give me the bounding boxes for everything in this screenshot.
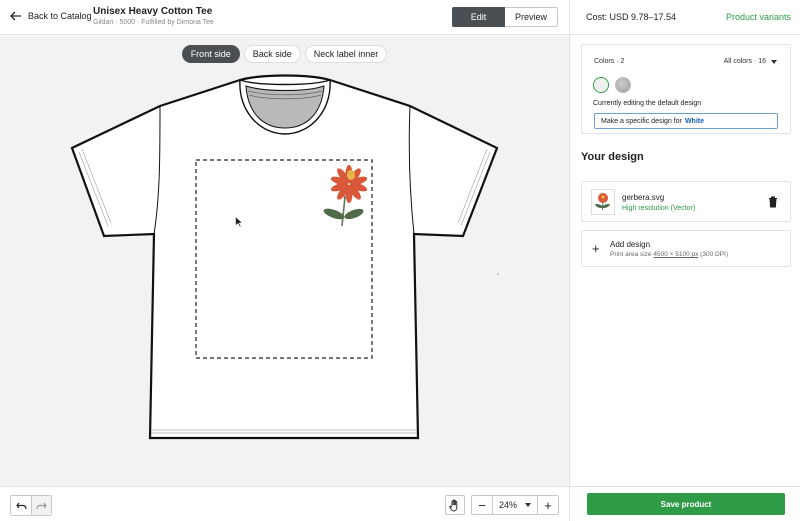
pan-tool-button[interactable] [445,495,465,515]
all-colors-label: All colors · 16 [723,58,766,65]
undo-icon [15,502,27,509]
print-area-size: 4500 × 5100 px [653,251,699,258]
color-swatch-white[interactable] [593,77,609,93]
panel-divider [569,0,570,521]
back-label: Back to Catalog [28,11,92,21]
design-resolution: High resolution (Vector) [622,205,696,212]
preview-tab[interactable]: Preview [505,7,558,27]
colors-count-label: Colors · 2 [594,58,625,65]
editing-default-text: Currently editing the default design [593,100,702,107]
product-subtitle: Gildan · 5000 · Fulfilled by Dimona Tee [93,19,214,26]
undo-button[interactable] [11,496,31,515]
tshirt-mockup [70,74,499,440]
zoom-out-button[interactable]: − [472,496,492,514]
edit-tab[interactable]: Edit [452,7,505,27]
caret-down-icon [525,503,531,507]
footer-divider [570,486,800,487]
design-thumbnail [591,189,615,215]
specific-design-button[interactable]: Make a specific design for White [594,113,778,129]
design-canvas[interactable]: Front side Back side Neck label inner [0,36,569,486]
zoom-control: − 24% + [471,495,559,515]
hand-icon [449,499,458,511]
specific-design-prefix: Make a specific design for [601,117,682,125]
zoom-level-select[interactable]: 24% [492,496,538,514]
save-product-button[interactable]: Save product [587,493,785,515]
view-switcher: Front side Back side Neck label inner [0,45,569,63]
print-area-prefix: Print area size [610,251,652,258]
view-front-side[interactable]: Front side [181,45,240,63]
view-neck-label-inner[interactable]: Neck label inner [304,45,388,63]
zoom-level-value: 24% [499,500,518,510]
caret-down-icon [771,59,777,64]
back-to-catalog-link[interactable]: Back to Catalog [10,11,92,21]
redo-button[interactable] [31,496,51,515]
colors-card: Colors · 2 All colors · 16 Currently edi… [581,44,791,134]
design-file-card[interactable]: gerbera.svg High resolution (Vector) [581,181,791,222]
add-design-button[interactable]: + Add design Print area size 4500 × 5100… [581,230,791,267]
mode-toggle: Edit Preview [452,7,558,27]
print-area-size-text: Print area size 4500 × 5100 px (300 DPI) [610,251,728,258]
your-design-heading: Your design [581,151,644,163]
all-colors-dropdown[interactable]: All colors · 16 [724,58,777,65]
arrow-left-icon [10,11,21,21]
undo-redo-group [10,495,52,516]
specific-design-color: White [684,117,704,125]
canvas-toolbar: − 24% + [0,486,569,521]
add-design-title: Add design [610,240,651,249]
top-bar: Back to Catalog Unisex Heavy Cotton Tee … [0,0,800,35]
trash-icon[interactable] [768,196,778,208]
color-swatch-heather[interactable] [615,77,631,93]
product-title: Unisex Heavy Cotton Tee [93,6,213,17]
design-file-name: gerbera.svg [622,193,665,202]
cost-label: Cost: USD 9.78–17.54 [586,12,677,22]
product-variants-link[interactable]: Product variants [726,12,791,22]
print-area-dpi: (300 DPI) [700,251,728,258]
zoom-in-button[interactable]: + [538,496,558,514]
view-back-side[interactable]: Back side [243,45,301,63]
redo-icon [36,502,47,509]
plus-icon: + [592,241,600,256]
mouse-cursor-icon [235,216,243,228]
